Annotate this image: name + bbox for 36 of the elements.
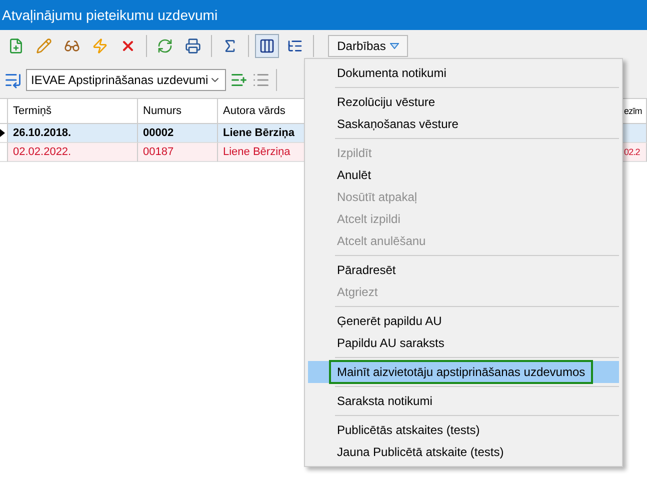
menu-item[interactable]: Ģenerēt papildu AU — [308, 310, 619, 332]
caret-icon — [390, 43, 399, 49]
actions-button[interactable]: Darbības — [328, 35, 408, 57]
printer-icon — [185, 38, 201, 54]
new-document-icon — [8, 38, 24, 54]
hierarchy-icon — [287, 38, 303, 54]
menu-item[interactable]: Mainīt aizvietotāju apstiprināšanas uzdevumos — [308, 361, 619, 383]
menu-item[interactable]: Papildu AU saraksts — [308, 332, 619, 354]
menu-item[interactable]: Saraksta notikumi — [308, 390, 619, 412]
list-icon[interactable] — [252, 71, 270, 89]
close-icon — [120, 38, 136, 54]
column-header[interactable]: Termiņš — [8, 99, 138, 124]
window-title: Atvaļinājumu pieteikumu uzdevumi — [1, 7, 218, 23]
add-list-icon[interactable] — [230, 71, 248, 89]
table-cell: 00002 — [138, 124, 218, 143]
menu-item[interactable]: Dokumenta notikumi — [308, 62, 619, 84]
menu-item[interactable]: Rezolūciju vēsture — [308, 91, 619, 113]
column-header[interactable]: ezīm — [623, 99, 647, 124]
menu-item[interactable]: Anulēt — [308, 164, 619, 186]
menu-item[interactable]: Publicētās atskaites (tests) — [308, 419, 619, 441]
table-cell: 02.02.2022. — [8, 143, 138, 162]
table-cell: 00187 — [138, 143, 218, 162]
columns-icon — [259, 38, 275, 54]
menu-item[interactable]: Pāradresēt — [308, 259, 619, 281]
lightning-icon — [92, 38, 108, 54]
refresh-icon — [157, 38, 173, 54]
dropdown-value: IEVAE Apstiprināšanas uzdevumi — [31, 73, 208, 87]
filter-dropdown[interactable]: IEVAE Apstiprināšanas uzdevumi — [26, 69, 226, 91]
table-cell: 02.2 — [623, 143, 647, 162]
table-cell: 26.10.2018. — [8, 124, 138, 143]
pencil-icon — [36, 38, 52, 54]
list-arrow-icon[interactable] — [4, 71, 22, 89]
column-header[interactable]: Numurs — [138, 99, 218, 124]
toolbar-button[interactable] — [255, 34, 279, 58]
menu-item[interactable]: Jauna Publicētā atskaite (tests) — [308, 441, 619, 463]
glasses-icon — [64, 38, 80, 54]
